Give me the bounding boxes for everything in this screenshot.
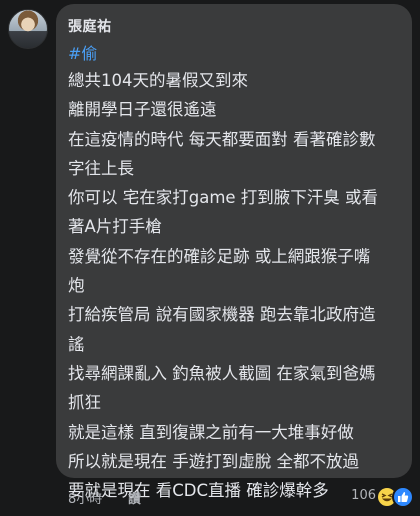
comment-line: 抓狂 xyxy=(68,393,101,413)
comment-footer: 8小時 讚 106 xyxy=(0,484,420,514)
comment-body: 總共104天的暑假又到來 離開學日子還很遙遠 在這疫情的時代 每天都要面對 看著… xyxy=(68,66,378,505)
comment-line: 所以就是現在 手遊打到虛脫 全都不放過 xyxy=(68,451,359,471)
like-thumb-icon xyxy=(392,486,414,508)
reaction-count[interactable]: 106 xyxy=(351,488,376,503)
comment-line: 找尋網課亂入 釣魚被人截圖 在家氣到爸媽 xyxy=(68,363,376,383)
comment-bubble: 張庭祐 #偷 總共104天的暑假又到來 離開學日子還很遙遠 在這疫情的時代 每天… xyxy=(56,4,412,500)
like-button[interactable]: 讚 xyxy=(128,488,141,507)
comment-line: 謠 xyxy=(68,334,85,354)
comment-author[interactable]: 張庭祐 xyxy=(68,16,112,36)
avatar[interactable] xyxy=(8,9,48,49)
comment-line: 字往上長 xyxy=(68,158,134,178)
comment-line: 你可以 宅在家打game 打到腋下汗臭 或看 xyxy=(68,188,379,208)
hashtag-link[interactable]: #偷 xyxy=(68,40,97,64)
comment-line: 離開學日子還很遙遠 xyxy=(68,100,217,120)
comment-timestamp[interactable]: 8小時 xyxy=(68,488,102,507)
comment-line: 著A片打手槍 xyxy=(68,217,162,237)
comment-line: 就是這樣 直到復課之前有一大堆事好做 xyxy=(68,422,354,442)
comment-line: 總共104天的暑假又到來 xyxy=(68,71,248,90)
comment-line: 打給疾管局 說有國家機器 跑去靠北政府造 xyxy=(68,305,376,325)
comment-line: 發覺從不存在的確診足跡 或上網跟猴子嘴 xyxy=(68,246,371,266)
comment-line: 在這疫情的時代 每天都要面對 看著確診數 xyxy=(68,129,376,149)
comment-line: 炮 xyxy=(68,276,85,296)
